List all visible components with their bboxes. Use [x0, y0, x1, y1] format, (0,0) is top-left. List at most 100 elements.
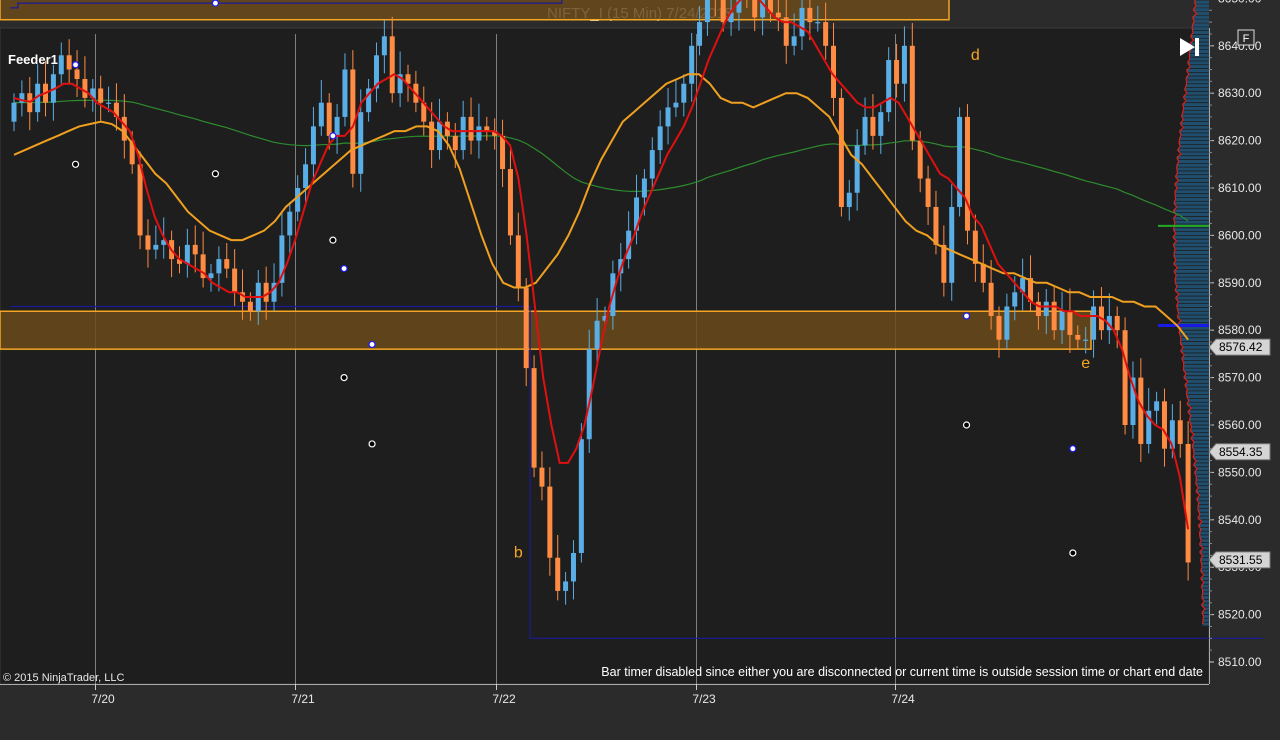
candle-body: [980, 263, 986, 283]
candle-body: [460, 116, 466, 151]
candle-body: [310, 126, 316, 165]
y-tick-label: 8590.00: [1218, 276, 1262, 290]
candle-body: [295, 188, 301, 212]
candle-body: [500, 135, 506, 170]
candle-body: [192, 244, 198, 255]
swing-dot: [329, 132, 337, 140]
volume-outline: [1179, 339, 1182, 344]
candle-body: [791, 36, 797, 46]
price-marker-label: 8554.35: [1219, 445, 1263, 459]
swing-dot: [211, 0, 220, 7]
y-tick-label: 8570.00: [1218, 371, 1262, 385]
y-tick-label: 8550.00: [1218, 465, 1262, 479]
volume-outline: [1188, 419, 1191, 424]
candle-body: [933, 206, 939, 245]
candle-body: [1043, 301, 1049, 316]
y-axis-panel: [1209, 28, 1280, 684]
candle-body: [570, 552, 576, 582]
candle-body: [657, 126, 663, 151]
swing-dot: [1069, 549, 1077, 557]
y-tick-label: 8610.00: [1218, 181, 1262, 195]
candle-body: [941, 244, 947, 283]
candle-body: [594, 320, 600, 350]
candle-body: [925, 178, 931, 207]
price-marker-label: 8531.55: [1219, 553, 1263, 567]
candle-body: [216, 259, 222, 274]
volume-outline: [1176, 305, 1179, 310]
volume-outline: [1185, 388, 1188, 393]
y-tick-label: 8560.00: [1218, 418, 1262, 432]
candle-body: [1067, 311, 1073, 335]
candle-body: [988, 282, 994, 316]
x-day-label: 7/21: [291, 692, 315, 706]
annotation-label: b: [514, 545, 523, 562]
swing-dot: [71, 61, 80, 69]
candle-body: [1138, 377, 1144, 444]
candle-body: [334, 116, 340, 136]
plot-area[interactable]: [0, 27, 1210, 685]
candle-body: [799, 7, 805, 37]
candle-body: [901, 45, 907, 84]
candle-body: [894, 60, 900, 84]
candle-body: [1154, 401, 1160, 411]
candle-body: [358, 112, 364, 174]
candle-body: [247, 301, 253, 312]
status-message: Bar timer disabled since either you are …: [601, 665, 1203, 679]
candle-body: [1012, 292, 1018, 307]
candle-body: [555, 557, 561, 591]
x-day-label: 7/20: [91, 692, 115, 706]
candle-body: [507, 169, 513, 236]
candle-body: [287, 211, 293, 236]
candle-body: [1185, 443, 1191, 563]
volume-outline: [1178, 138, 1181, 143]
candle-body: [886, 60, 892, 113]
annotation-label: d: [971, 47, 980, 64]
y-tick-label: 8580.00: [1218, 323, 1262, 337]
feeder-label: Feeder1: [8, 52, 58, 67]
candle-body: [649, 150, 655, 179]
candle-body: [972, 230, 978, 264]
candle-body: [838, 97, 844, 207]
swing-dot: [368, 440, 376, 448]
candle-body: [429, 121, 435, 151]
x-axis-panel: [0, 684, 1280, 740]
y-tick-label: 8600.00: [1218, 228, 1262, 242]
candle-body: [515, 235, 521, 288]
swing-dot: [368, 340, 376, 349]
f-button[interactable]: F: [1237, 29, 1255, 46]
candle-body: [697, 22, 703, 46]
x-day-label: 7/24: [891, 692, 915, 706]
candle-body: [452, 135, 458, 151]
candle-body: [1091, 306, 1097, 340]
swing-dot: [962, 312, 971, 320]
price-marker-label: 8576.42: [1219, 340, 1263, 354]
annotation-label: e: [1081, 355, 1090, 372]
swing-dot: [340, 264, 348, 273]
candle-body: [66, 55, 72, 70]
y-tick-label: 8520.00: [1218, 608, 1262, 622]
candle-body: [823, 22, 829, 46]
candle-body: [1059, 311, 1065, 331]
volume-outline: [1200, 563, 1203, 568]
candle-body: [578, 439, 584, 553]
y-tick-label: 8540.00: [1218, 513, 1262, 527]
candle-body: [318, 102, 324, 127]
candle-body: [232, 268, 238, 293]
candle-body: [704, 0, 710, 23]
copyright-label: © 2015 NinjaTrader, LLC: [3, 672, 124, 684]
y-tick-label: 8630.00: [1218, 86, 1262, 100]
swing-dot: [340, 374, 348, 382]
price-chart[interactable]: abcde 8510.008520.008530.008540.008550.0…: [0, 0, 1280, 740]
y-tick-label: 8620.00: [1218, 134, 1262, 148]
candle-body: [1083, 339, 1089, 341]
candle-body: [815, 22, 821, 24]
candle-body: [208, 273, 214, 279]
candle-body: [145, 235, 151, 250]
y-tick-label: 8510.00: [1218, 655, 1262, 669]
volume-outline: [1197, 502, 1200, 507]
candle-body: [870, 116, 876, 136]
candle-body: [27, 93, 33, 113]
volume-outline: [1200, 559, 1202, 564]
candle-body: [752, 0, 758, 18]
candle-body: [58, 55, 64, 75]
